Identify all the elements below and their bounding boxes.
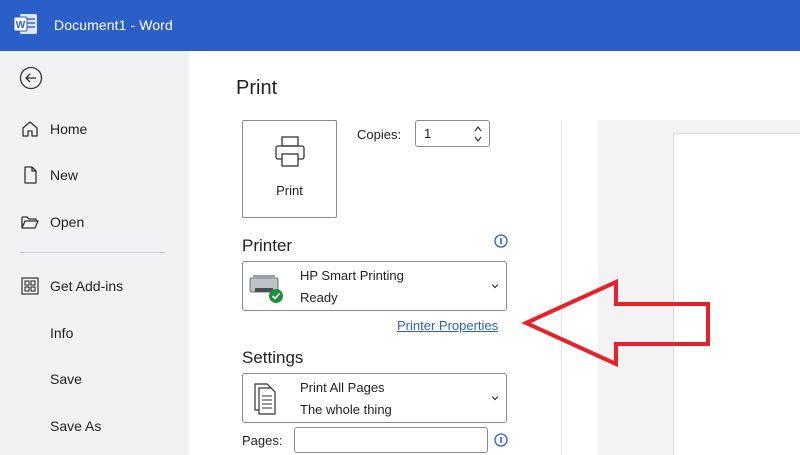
sidebar-item-label: Home: [50, 121, 88, 137]
document-pages-icon: [254, 383, 276, 415]
sidebar-item-label: Save As: [50, 418, 102, 434]
copies-stepper[interactable]: 1: [415, 120, 490, 147]
sidebar-item-info[interactable]: Info: [0, 315, 189, 351]
page-title: Print: [236, 77, 278, 99]
add-ins-grid-icon: [21, 277, 39, 295]
printer-icon: [275, 136, 305, 167]
print-button[interactable]: Print: [242, 120, 337, 218]
sidebar-item-label: Get Add-ins: [50, 278, 124, 294]
sidebar-item-label: Save: [50, 371, 82, 387]
chevron-down-icon: [491, 284, 499, 289]
print-range-description: The whole thing: [300, 402, 392, 417]
backstage-sidebar: Home New Open Get Add-ins Info Save Save…: [0, 51, 189, 455]
info-icon[interactable]: [494, 234, 508, 248]
sidebar-item-label: Open: [50, 214, 85, 230]
sidebar-item-home[interactable]: Home: [0, 111, 189, 147]
print-range-dropdown[interactable]: Print All Pages The whole thing: [242, 373, 507, 423]
sidebar-item-get-add-ins[interactable]: Get Add-ins: [0, 268, 189, 304]
chevron-down-icon: [491, 396, 499, 401]
printer-name: HP Smart Printing: [300, 268, 404, 283]
back-arrow-icon[interactable]: [19, 66, 43, 90]
open-folder-icon: [21, 216, 39, 229]
svg-text:W: W: [16, 20, 26, 31]
printer-properties-link[interactable]: Printer Properties: [397, 318, 498, 333]
printer-dropdown[interactable]: HP Smart Printing Ready: [242, 261, 507, 311]
title-bar: W Document1 - Word: [0, 0, 800, 51]
sidebar-item-label: New: [50, 167, 79, 183]
printer-status: Ready: [300, 290, 338, 305]
word-logo-icon: W: [14, 14, 37, 34]
pages-label: Pages:: [242, 433, 283, 448]
sidebar-item-new[interactable]: New: [0, 157, 189, 193]
copies-value[interactable]: 1: [424, 126, 431, 141]
printer-ready-icon: [249, 275, 283, 303]
info-icon[interactable]: [494, 433, 508, 447]
copies-label: Copies:: [357, 127, 402, 142]
new-document-icon: [24, 166, 37, 184]
print-button-label: Print: [276, 183, 303, 198]
sidebar-item-label: Info: [50, 325, 74, 341]
spin-arrows-icon[interactable]: [473, 123, 483, 145]
sidebar-item-open[interactable]: Open: [0, 204, 189, 240]
window-title: Document1 - Word: [54, 17, 173, 33]
annotation-arrow-icon: [521, 278, 710, 368]
sidebar-item-save[interactable]: Save: [0, 361, 189, 397]
home-icon: [22, 121, 38, 137]
sidebar-item-save-as[interactable]: Save As: [0, 408, 189, 444]
sidebar-divider: [20, 252, 165, 253]
pages-input[interactable]: [294, 427, 488, 453]
printer-heading: Printer: [242, 236, 293, 255]
print-range-option: Print All Pages: [300, 380, 385, 395]
settings-heading: Settings: [242, 348, 304, 367]
